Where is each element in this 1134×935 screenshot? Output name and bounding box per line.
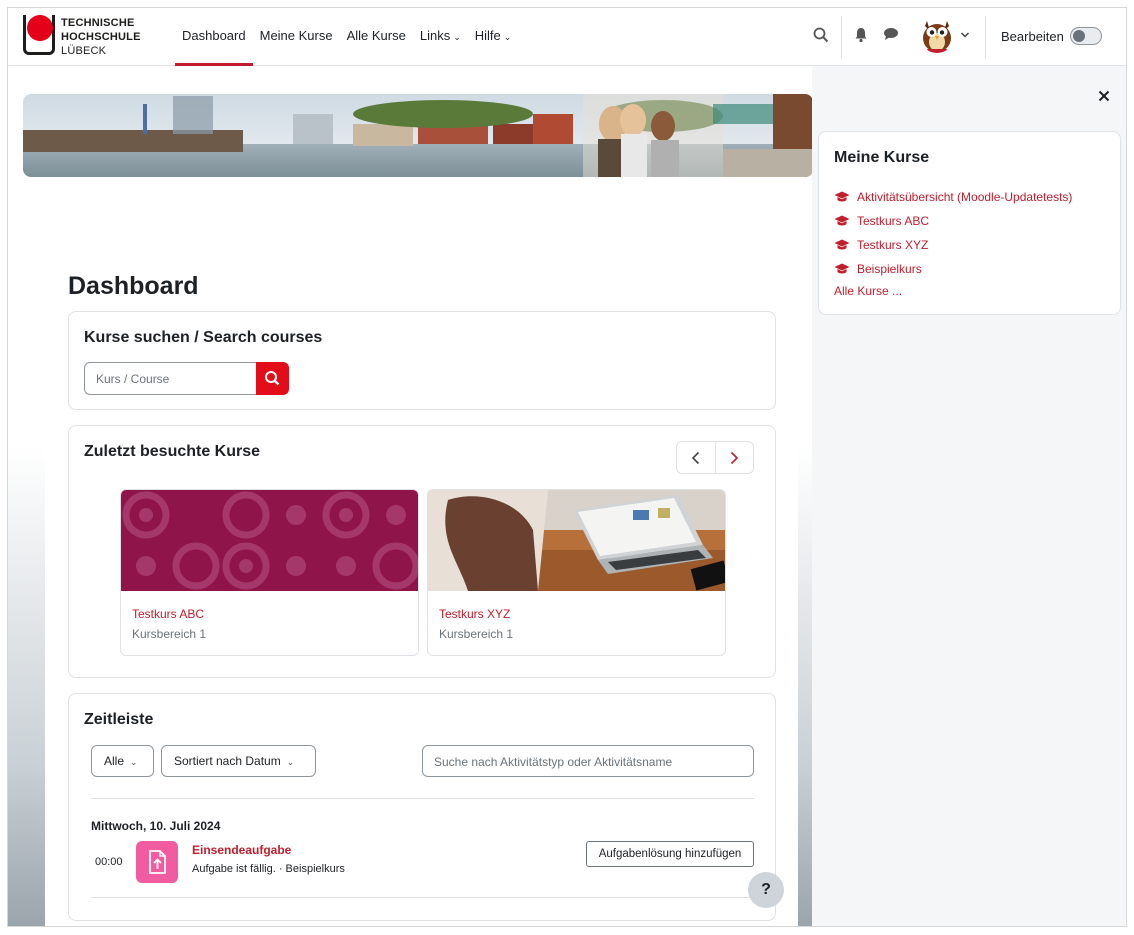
chevron-down-icon: ⌄: [286, 757, 295, 767]
timeline-block: Zeitleiste Alle ⌄ Sortiert nach Datum ⌄ Su…: [68, 693, 776, 921]
recent-courses-heading: Zuletzt besuchte Kurse: [84, 443, 261, 460]
nav-dashboard[interactable]: Dashboard: [175, 8, 253, 66]
divider: [985, 16, 986, 58]
my-courses-list: Aktivitätsübersicht (Moodle-Updatetests)…: [834, 185, 1072, 281]
search-courses-heading: Kurse suchen / Search courses: [84, 329, 323, 346]
bell-icon[interactable]: [854, 27, 874, 47]
logo-line-3: LÜBECK: [61, 45, 107, 57]
course-search-button[interactable]: [256, 362, 289, 395]
search-icon: [265, 371, 280, 386]
header-banner-image: [23, 94, 813, 177]
my-course-item[interactable]: Aktivitätsübersicht (Moodle-Updatetests): [834, 185, 1072, 209]
course-category: Kursbereich 1: [439, 627, 514, 641]
divider: [91, 897, 754, 898]
logo-mark: [23, 15, 55, 55]
timeline-sort-value: Sortiert nach Datum: [174, 754, 281, 768]
thl-logo[interactable]: TECHNISCHE HOCHSCHULE LÜBECK: [23, 15, 148, 59]
timeline-heading: Zeitleiste: [84, 711, 154, 728]
course-category: Kursbereich 1: [132, 627, 207, 641]
my-course-item[interactable]: Beispielkurs: [834, 257, 1072, 281]
nav-dashboard-label: Dashboard: [182, 28, 246, 43]
my-courses-heading: Meine Kurse: [834, 149, 930, 166]
chat-icon[interactable]: [883, 27, 903, 47]
graduation-cap-icon: [834, 215, 850, 226]
nav-meine-kurse[interactable]: Meine Kurse: [253, 8, 340, 66]
course-card-testkurs-abc[interactable]: Testkurs ABC Kursbereich 1: [120, 489, 419, 656]
course-image-laptop: [428, 490, 725, 591]
pager-prev-button[interactable]: [677, 442, 715, 473]
logo-line-2: HOCHSCHULE: [61, 31, 141, 43]
divider: [841, 16, 842, 58]
logo-text: TECHNISCHE HOCHSCHULE LÜBECK: [61, 16, 141, 58]
page-title: Dashboard: [68, 272, 199, 300]
logo-dot: [27, 15, 53, 41]
chevron-right-icon: [731, 451, 739, 464]
timeline-filter-value: Alle: [104, 754, 125, 768]
my-course-label: Beispielkurs: [857, 262, 922, 276]
timeline-filter-select[interactable]: Alle ⌄: [91, 745, 154, 777]
recent-courses-pager: [676, 441, 754, 474]
course-card-testkurs-xyz[interactable]: Testkurs XYZ Kursbereich 1: [427, 489, 726, 656]
assignment-activity-icon[interactable]: [136, 841, 178, 883]
course-search-input[interactable]: Kurs / Course: [84, 362, 257, 395]
course-image-pattern: [121, 490, 418, 591]
nav-meine-kurse-label: Meine Kurse: [259, 28, 333, 43]
event-description: Aufgabe ist fällig. · Beispielkurs: [192, 863, 345, 875]
logo-line-1: TECHNISCHE: [61, 17, 135, 29]
help-button[interactable]: ?: [748, 872, 784, 908]
search-icon[interactable]: [813, 27, 833, 47]
right-block-drawer: Meine Kurse Aktivitätsübersicht (Moodle-…: [812, 66, 1126, 926]
search-courses-block: Kurse suchen / Search courses Kurs / Cou…: [68, 311, 776, 410]
toggle-knob: [1073, 30, 1085, 42]
timeline-sort-select[interactable]: Sortiert nach Datum ⌄: [161, 745, 316, 777]
my-course-label: Aktivitätsübersicht (Moodle-Updatetests): [857, 190, 1073, 204]
chevron-left-icon: [691, 451, 700, 464]
my-course-item[interactable]: Testkurs ABC: [834, 209, 1072, 233]
user-avatar[interactable]: [919, 17, 955, 53]
nav-links-label: Links: [419, 28, 451, 43]
nav-alle-kurse-label: Alle Kurse: [346, 28, 406, 43]
graduation-cap-icon: [834, 263, 850, 274]
course-link[interactable]: Testkurs XYZ: [439, 607, 510, 621]
browser-frame: TECHNISCHE HOCHSCHULE LÜBECK Dashboard M…: [7, 7, 1127, 927]
timeline-search-placeholder: Suche nach Aktivitätstyp oder Aktivitäts…: [434, 755, 673, 769]
edit-mode-toggle[interactable]: [1070, 27, 1102, 45]
divider: [91, 798, 754, 799]
chevron-down-icon: ⌄: [453, 32, 461, 42]
my-courses-block: Meine Kurse Aktivitätsübersicht (Moodle-…: [818, 131, 1121, 315]
event-activity-link[interactable]: Einsendeaufgabe: [192, 843, 291, 857]
nav-links-dropdown[interactable]: Links ⌄: [413, 8, 468, 66]
main-region: Dashboard Kurse suchen / Search courses …: [8, 66, 813, 926]
close-icon[interactable]: [1096, 88, 1112, 104]
top-navbar: TECHNISCHE HOCHSCHULE LÜBECK Dashboard M…: [8, 8, 1126, 66]
chevron-down-icon: ⌄: [130, 757, 138, 767]
primary-navigation: Dashboard Meine Kurse Alle Kurse Links ⌄ …: [175, 8, 518, 66]
add-submission-button[interactable]: Aufgabenlösung hinzufügen: [586, 841, 754, 867]
my-course-label: Testkurs XYZ: [857, 238, 929, 252]
file-upload-icon: [149, 850, 166, 874]
timeline-date-heading: Mittwoch, 10. Juli 2024: [91, 819, 221, 833]
all-courses-link[interactable]: Alle Kurse ...: [834, 284, 902, 298]
nav-hilfe-label: Hilfe: [474, 28, 501, 43]
user-menu-chevron-down-icon[interactable]: [960, 28, 980, 48]
recent-courses-block: Zuletzt besuchte Kurse Testkurs ABC Kurs…: [68, 425, 776, 678]
course-search-placeholder: Kurs / Course: [96, 372, 170, 386]
timeline-search-input[interactable]: Suche nach Aktivitätstyp oder Aktivitäts…: [422, 745, 754, 777]
event-time: 00:00: [95, 856, 123, 868]
my-course-item[interactable]: Testkurs XYZ: [834, 233, 1072, 257]
course-link[interactable]: Testkurs ABC: [132, 607, 204, 621]
edit-mode-label: Bearbeiten: [1001, 29, 1064, 44]
graduation-cap-icon: [834, 239, 850, 250]
nav-hilfe-dropdown[interactable]: Hilfe ⌄: [468, 8, 519, 66]
nav-alle-kurse[interactable]: Alle Kurse: [340, 8, 413, 66]
graduation-cap-icon: [834, 191, 850, 202]
pager-next-button[interactable]: [714, 442, 753, 473]
chevron-down-icon: ⌄: [503, 32, 512, 42]
my-course-label: Testkurs ABC: [857, 214, 930, 228]
